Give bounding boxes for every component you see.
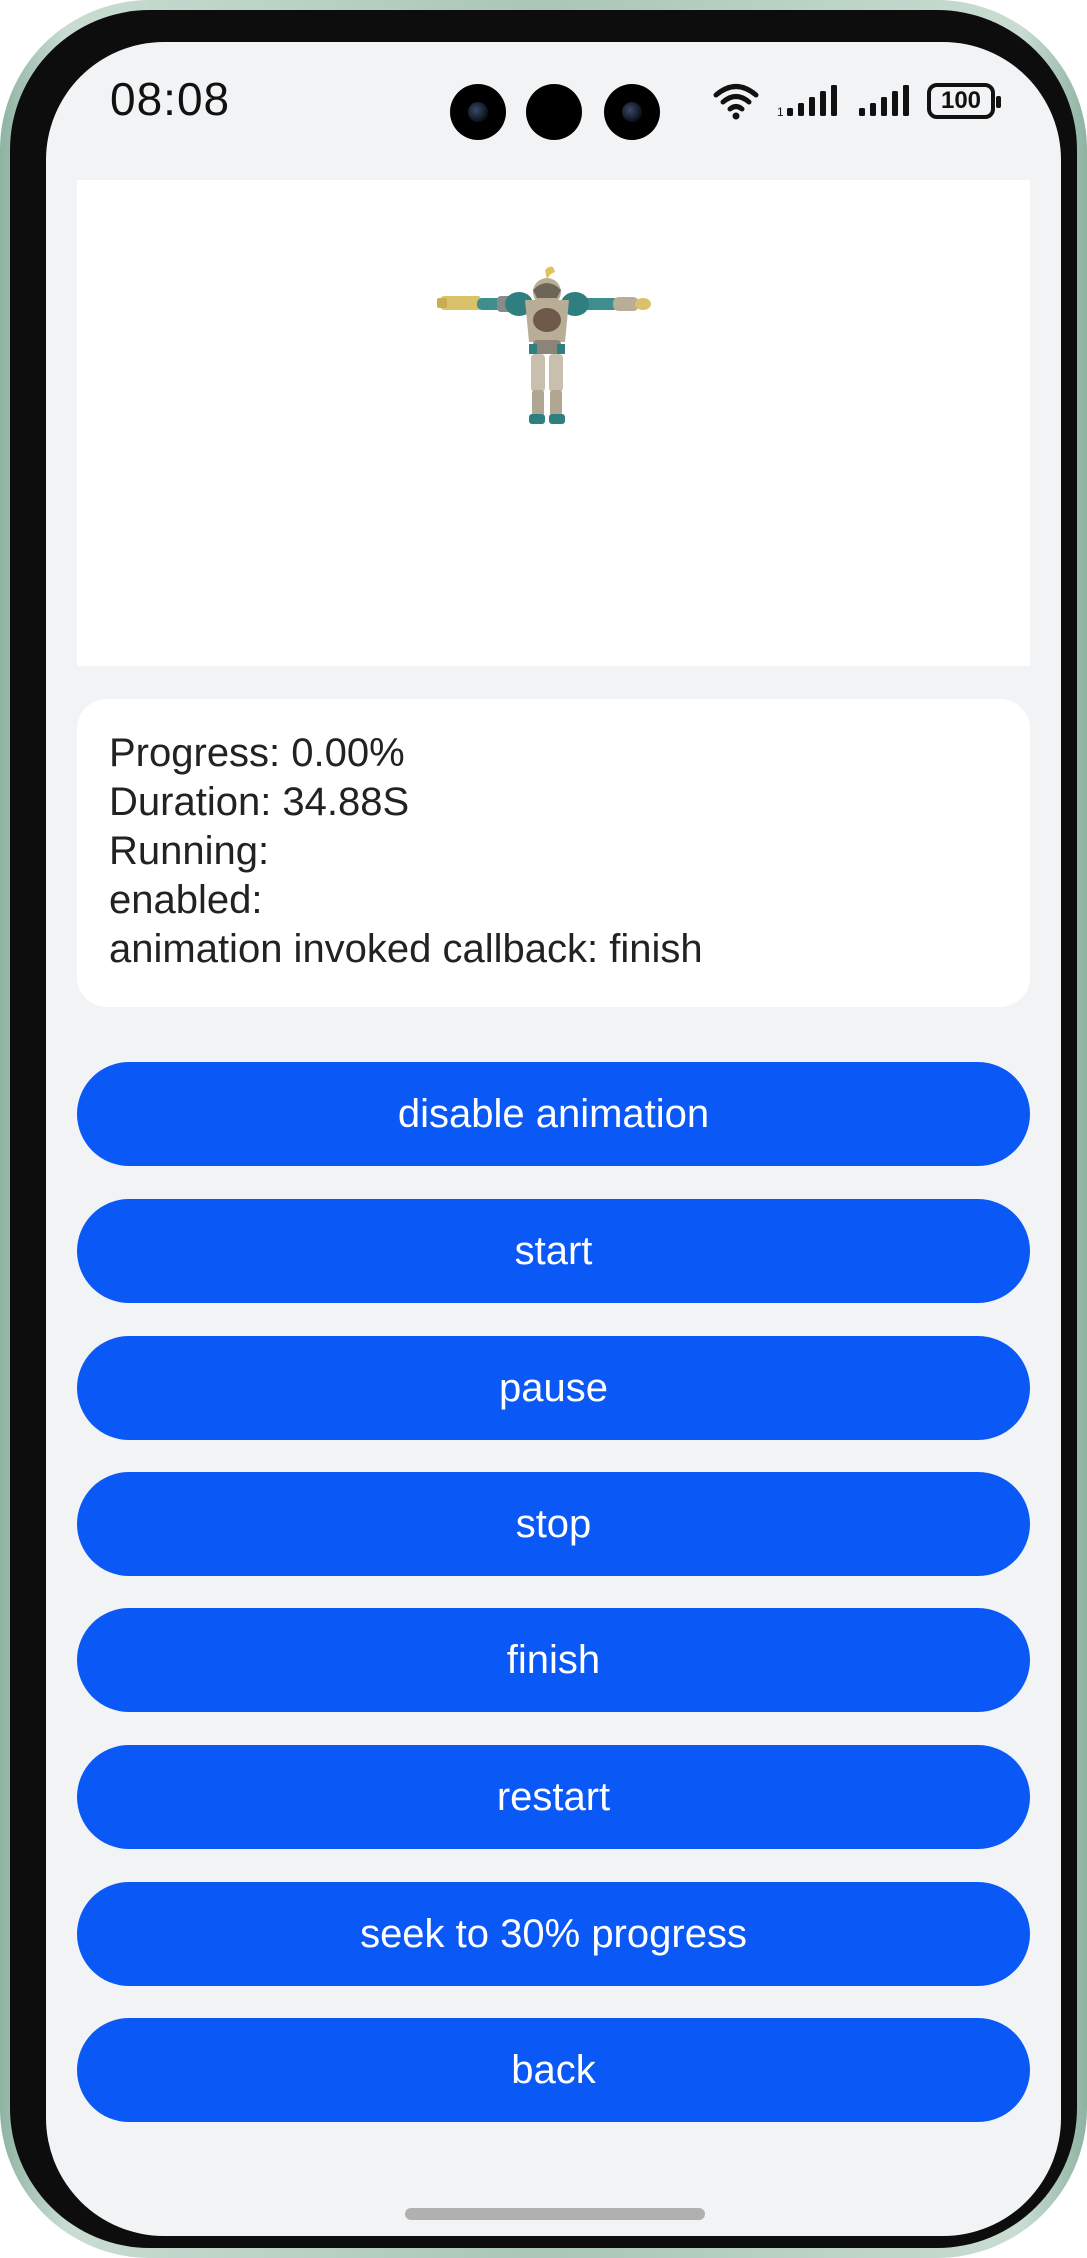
svg-text:1: 1: [777, 105, 784, 118]
signal-icon: [859, 85, 909, 116]
disable-animation-button[interactable]: disable animation: [77, 1062, 1030, 1166]
progress-text: Progress: 0.00%: [109, 731, 405, 775]
enabled-text: enabled:: [109, 878, 263, 922]
back-button[interactable]: back: [77, 2018, 1030, 2122]
robot-model-figure: [437, 266, 651, 424]
animation-info-card: Progress: 0.00% Duration: 34.88S Running…: [77, 699, 1030, 1007]
seek-progress-button[interactable]: seek to 30% progress: [77, 1882, 1030, 1986]
status-icons: 1 100: [713, 82, 1001, 120]
camera-icon: [450, 84, 506, 140]
stop-button[interactable]: stop: [77, 1472, 1030, 1576]
camera-icon: [526, 84, 582, 140]
screen: 08:08 1 100 Progress: 0.00% Duration: 34…: [46, 42, 1061, 2236]
duration-text: Duration: 34.88S: [109, 780, 410, 824]
battery-icon: 100: [927, 83, 1001, 119]
camera-icon: [604, 84, 660, 140]
wifi-icon: [713, 84, 759, 120]
callback-text: animation invoked callback: finish: [109, 927, 703, 971]
pause-button[interactable]: pause: [77, 1336, 1030, 1440]
status-time: 08:08: [110, 73, 231, 125]
battery-level: 100: [940, 87, 982, 114]
model-view[interactable]: [77, 180, 1030, 666]
home-indicator[interactable]: [405, 2208, 705, 2220]
restart-button[interactable]: restart: [77, 1745, 1030, 1849]
start-button[interactable]: start: [77, 1199, 1030, 1303]
running-text: Running:: [109, 829, 270, 873]
signal-icon: 1: [777, 85, 837, 118]
phone-frame: 08:08 1 100 Progress: 0.00% Duration: 34…: [0, 0, 1087, 2258]
phone-bezel: 08:08 1 100 Progress: 0.00% Duration: 34…: [10, 10, 1077, 2248]
finish-button[interactable]: finish: [77, 1608, 1030, 1712]
